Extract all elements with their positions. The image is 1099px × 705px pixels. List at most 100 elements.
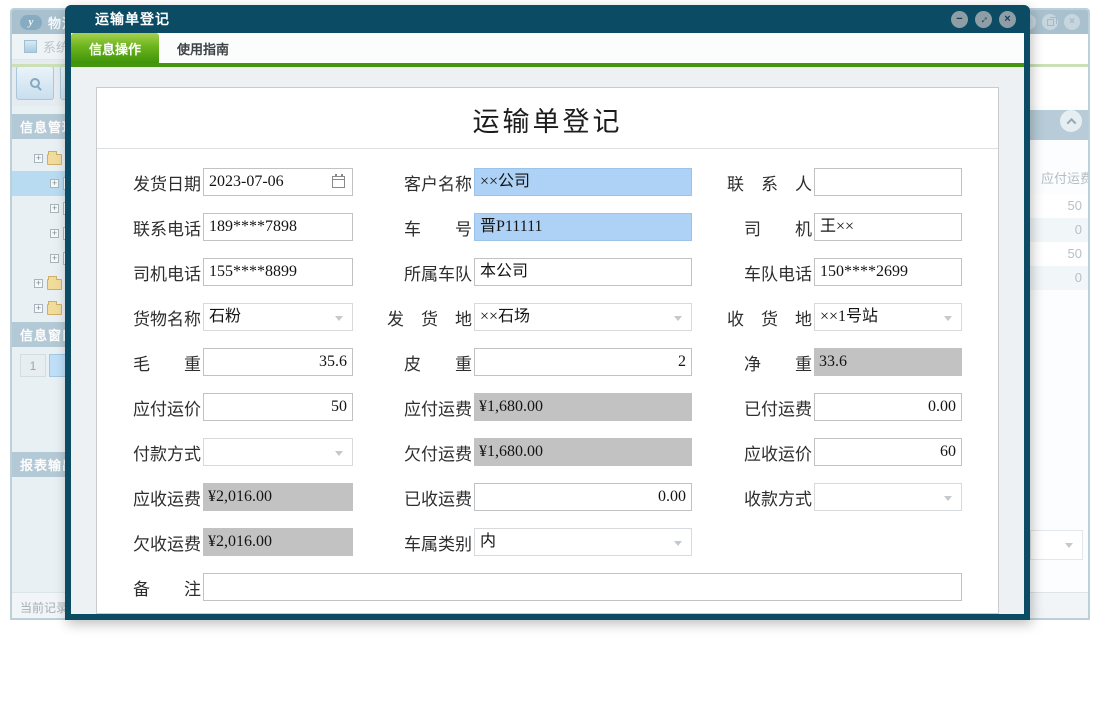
- screen: y 物流综 − × 系统 信息管理 +业+++++维+油 信息窗口 1 报: [0, 0, 1099, 705]
- expand-icon[interactable]: +: [34, 304, 43, 313]
- app-close-button[interactable]: ×: [1064, 14, 1080, 30]
- field-label-payable-price: 应付运价: [119, 395, 203, 420]
- field-label-gross-weight: 毛 重: [119, 350, 203, 375]
- dialog-maximize-button[interactable]: ↔: [975, 11, 992, 28]
- expand-icon[interactable]: +: [50, 204, 59, 213]
- net-weight-value: 33.6: [814, 348, 962, 376]
- selected-value: 石粉: [209, 308, 241, 325]
- search-icon: [30, 78, 40, 88]
- contact-person-input[interactable]: [814, 168, 962, 196]
- date-value: 2023-07-06: [209, 169, 284, 195]
- right-panel-rows: 500500: [1027, 194, 1088, 290]
- field-label-destination: 收 货 地: [692, 305, 814, 330]
- maximize-icon: ↔: [975, 11, 991, 27]
- field-label-receivable-price: 应收运价: [692, 440, 814, 465]
- dropdown-arrow-icon: [674, 316, 682, 321]
- unpaid-freight-value: ¥1,680.00: [474, 438, 692, 466]
- field-label-cargo-name: 货物名称: [119, 305, 203, 330]
- expand-icon[interactable]: +: [50, 179, 59, 188]
- background-dropdown[interactable]: [1030, 530, 1083, 560]
- remarks-input[interactable]: [203, 573, 962, 601]
- field-label-net-weight: 净 重: [692, 350, 814, 375]
- fleet-phone-input[interactable]: 150****2699: [814, 258, 962, 286]
- field-label-payable-freight: 应付运费: [353, 395, 474, 420]
- field-label-driver: 司 机: [692, 215, 814, 240]
- fleet-input[interactable]: 本公司: [474, 258, 692, 286]
- tab-info-operations[interactable]: 信息操作: [71, 33, 159, 63]
- restore-icon: [1047, 19, 1054, 26]
- truck-number-input[interactable]: 晋P11111: [474, 213, 692, 241]
- dialog-titlebar: 运输单登记 − ↔ ×: [71, 5, 1024, 33]
- table-row: 0: [1027, 218, 1088, 242]
- destination-select[interactable]: ××1号站: [814, 303, 962, 331]
- field-label-remarks: 备 注: [119, 575, 203, 600]
- dropdown-arrow-icon: [944, 316, 952, 321]
- info-window-tab-1[interactable]: 1: [20, 354, 46, 377]
- field-label-origin: 发 货 地: [353, 305, 474, 330]
- payment-method-select[interactable]: [203, 438, 353, 466]
- vehicle-category-select[interactable]: 内: [474, 528, 692, 556]
- dialog-content: 运输单登记 发货日期2023-07-06客户名称××公司联 系 人联系电话189…: [71, 67, 1024, 614]
- dialog-controls: − ↔ ×: [951, 11, 1016, 28]
- calendar-icon[interactable]: [332, 176, 345, 188]
- folder-icon: [47, 304, 62, 315]
- driver-input[interactable]: 王××: [814, 213, 962, 241]
- form-grid: 发货日期2023-07-06客户名称××公司联 系 人联系电话189****78…: [97, 149, 998, 602]
- tab-user-guide[interactable]: 使用指南: [159, 33, 247, 63]
- field-label-unreceived-freight: 欠收运费: [119, 530, 203, 555]
- field-label-unpaid-freight: 欠付运费: [353, 440, 474, 465]
- receivable-freight-value: ¥2,016.00: [203, 483, 353, 511]
- driver-phone-input[interactable]: 155****8899: [203, 258, 353, 286]
- expand-icon[interactable]: +: [34, 279, 43, 288]
- selected-value: 内: [480, 533, 496, 550]
- dropdown-arrow-icon: [944, 496, 952, 501]
- field-label-contact-person: 联 系 人: [692, 170, 814, 195]
- tare-weight-input[interactable]: 2: [474, 348, 692, 376]
- field-label-fleet: 所属车队: [353, 260, 474, 285]
- collapse-button[interactable]: [1060, 110, 1082, 132]
- form-panel: 运输单登记 发货日期2023-07-06客户名称××公司联 系 人联系电话189…: [96, 87, 999, 614]
- app-restore-button[interactable]: [1042, 14, 1058, 30]
- origin-select[interactable]: ××石场: [474, 303, 692, 331]
- field-label-driver-phone: 司机电话: [119, 260, 203, 285]
- system-menu-checkbox-icon: [24, 40, 37, 53]
- transport-order-dialog: 运输单登记 − ↔ × 信息操作 使用指南 运输单登记 发货日期2023-07-…: [65, 5, 1030, 620]
- payable-freight-value: ¥1,680.00: [474, 393, 692, 421]
- field-label-fleet-phone: 车队电话: [692, 260, 814, 285]
- receipt-method-select[interactable]: [814, 483, 962, 511]
- field-label-ship-date: 发货日期: [119, 170, 203, 195]
- field-label-vehicle-category: 车属类别: [353, 530, 474, 555]
- customer-name-input[interactable]: ××公司: [474, 168, 692, 196]
- dialog-title: 运输单登记: [95, 9, 170, 29]
- dropdown-arrow-icon: [335, 316, 343, 321]
- dialog-minimize-button[interactable]: −: [951, 11, 968, 28]
- expand-icon[interactable]: +: [50, 254, 59, 263]
- folder-icon: [47, 154, 62, 165]
- right-panel: 应付运费 500500: [1026, 106, 1088, 592]
- field-label-truck-number: 车 号: [353, 215, 474, 240]
- field-label-customer-name: 客户名称: [353, 170, 474, 195]
- form-title: 运输单登记: [97, 88, 998, 149]
- expand-icon[interactable]: +: [50, 229, 59, 238]
- dialog-body: 信息操作 使用指南 运输单登记 发货日期2023-07-06 客户名称××公司联 …: [71, 33, 1024, 614]
- dropdown-arrow-icon: [335, 451, 343, 456]
- chevron-up-icon: [1066, 117, 1076, 127]
- tab-bar: 信息操作 使用指南: [71, 33, 1024, 63]
- receivable-price-input[interactable]: 60: [814, 438, 962, 466]
- contact-phone-input[interactable]: 189****7898: [203, 213, 353, 241]
- column-header[interactable]: 应付运费: [1027, 168, 1088, 192]
- expand-icon[interactable]: +: [34, 154, 43, 163]
- dropdown-arrow-icon: [674, 541, 682, 546]
- field-label-paid-freight: 已付运费: [692, 395, 814, 420]
- dialog-close-button[interactable]: ×: [999, 11, 1016, 28]
- payable-price-input[interactable]: 50: [203, 393, 353, 421]
- ship-date-input[interactable]: 2023-07-06: [203, 168, 353, 196]
- received-freight-input[interactable]: 0.00: [474, 483, 692, 511]
- cargo-name-select[interactable]: 石粉: [203, 303, 353, 331]
- paid-freight-input[interactable]: 0.00: [814, 393, 962, 421]
- selected-value: ××石场: [480, 308, 530, 325]
- search-button[interactable]: [16, 66, 54, 100]
- unreceived-freight-value: ¥2,016.00: [203, 528, 353, 556]
- gross-weight-input[interactable]: 35.6: [203, 348, 353, 376]
- folder-icon: [47, 279, 62, 290]
